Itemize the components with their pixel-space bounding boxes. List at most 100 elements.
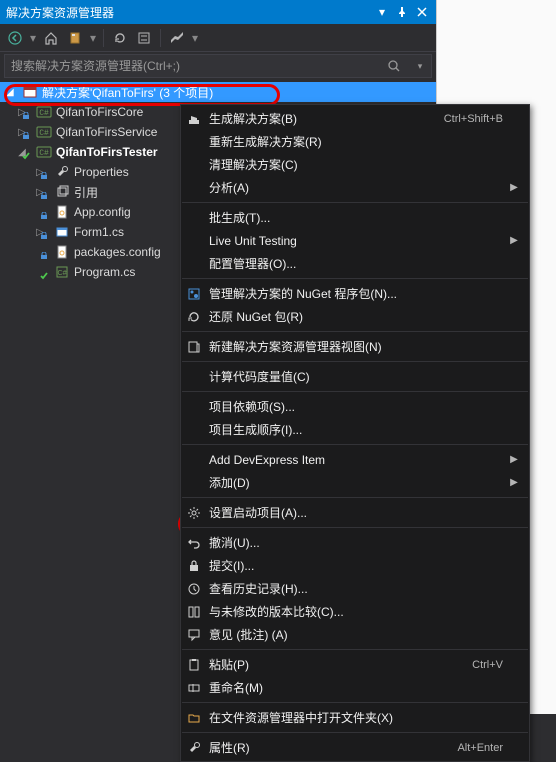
menu-item[interactable]: Add DevExpress Item ▶ [181,448,529,471]
rename-icon [181,681,207,695]
search-icon[interactable] [387,59,409,73]
search-input[interactable] [5,59,387,73]
close-icon[interactable] [412,2,432,22]
project-label: QifanToFirsService [56,125,157,139]
build-icon [181,112,207,126]
search-bar[interactable]: ▾ [4,54,432,78]
config-icon [54,204,70,220]
menu-separator [182,331,528,332]
collapse-icon[interactable] [133,27,155,49]
menu-item[interactable]: 项目依赖项(S)... [181,395,529,418]
menu-label: 项目生成顺序(I)... [207,421,503,438]
titlebar: 解决方案资源管理器 ▾ [0,0,436,24]
commit-icon [181,559,207,573]
wrench-icon [54,164,70,180]
menu-item[interactable]: 计算代码度量值(C) [181,365,529,388]
pin-icon[interactable] [392,2,412,22]
menu-item[interactable]: 重命名(M) [181,676,529,699]
menu-separator [182,278,528,279]
expander-icon[interactable]: ◢ [6,87,18,98]
project-label: QifanToFirsCore [56,105,143,119]
submenu-arrow-icon: ▶ [507,454,521,465]
csharp-project-icon: C# [36,124,52,140]
menu-item[interactable]: 配置管理器(O)... [181,252,529,275]
refresh-icon[interactable] [109,27,131,49]
menu-item[interactable]: 新建解决方案资源管理器视图(N) [181,335,529,358]
menu-item[interactable]: 提交(I)... [181,554,529,577]
menu-label: 批生成(T)... [207,209,503,226]
file-label: Properties [74,165,129,179]
menu-label: Add DevExpress Item [207,453,503,467]
compare-icon [181,605,207,619]
menu-item[interactable]: 查看历史记录(H)... [181,577,529,600]
menu-label: 重新生成解决方案(R) [207,133,503,150]
menu-separator [182,497,528,498]
context-menu: 生成解决方案(B) Ctrl+Shift+B 重新生成解决方案(R) 清理解决方… [180,104,530,762]
menu-item[interactable]: 与未修改的版本比较(C)... [181,600,529,623]
menu-item[interactable]: 粘贴(P) Ctrl+V [181,653,529,676]
menu-label: 管理解决方案的 NuGet 程序包(N)... [207,285,503,302]
menu-item[interactable]: 意见 (批注) (A) [181,623,529,646]
menu-label: 查看历史记录(H)... [207,580,503,597]
csharp-project-icon: C# [36,104,52,120]
solution-node[interactable]: ◢ 解决方案'QifanToFirs' (3 个项目) [0,82,436,102]
menu-item[interactable]: 属性(R) Alt+Enter [181,736,529,759]
home-icon[interactable] [40,27,62,49]
properties-icon[interactable] [166,27,188,49]
menu-separator [182,444,528,445]
menu-label: 提交(I)... [207,557,503,574]
search-dropdown-icon[interactable]: ▾ [409,61,431,72]
menu-item[interactable]: 设置启动项目(A)... [181,501,529,524]
menu-label: 设置启动项目(A)... [207,504,503,521]
menu-label: Live Unit Testing [207,234,503,248]
gear-icon [181,506,207,520]
csharp-project-icon: C# [36,144,52,160]
menu-label: 配置管理器(O)... [207,255,503,272]
cs-icon: C# [54,264,70,280]
newview-icon [181,340,207,354]
menu-label: 项目依赖项(S)... [207,398,503,415]
menu-item[interactable]: 项目生成顺序(I)... [181,418,529,441]
menu-item[interactable]: 添加(D) ▶ [181,471,529,494]
file-label: packages.config [74,245,161,259]
menu-label: 重命名(M) [207,679,503,696]
form-icon [54,224,70,240]
menu-separator [182,732,528,733]
svg-text:C#: C# [58,270,67,277]
svg-text:C#: C# [39,149,49,158]
menu-separator [182,202,528,203]
config-icon [54,244,70,260]
menu-label: 还原 NuGet 包(R) [207,308,503,325]
menu-item[interactable]: 分析(A) ▶ [181,176,529,199]
menu-label: 在文件资源管理器中打开文件夹(X) [207,709,503,726]
menu-item[interactable]: 清理解决方案(C) [181,153,529,176]
submenu-arrow-icon: ▶ [507,182,521,193]
wrench-icon [181,741,207,755]
comment-icon [181,628,207,642]
back-dropdown-icon[interactable]: ▾ [28,27,38,49]
menu-item[interactable]: 还原 NuGet 包(R) [181,305,529,328]
undo-icon [181,536,207,550]
menu-item[interactable]: 重新生成解决方案(R) [181,130,529,153]
file-label: Program.cs [74,265,135,279]
menu-item[interactable]: 生成解决方案(B) Ctrl+Shift+B [181,107,529,130]
menu-label: 撤消(U)... [207,534,503,551]
restore-icon [181,310,207,324]
menu-item[interactable]: 撤消(U)... [181,531,529,554]
sync-dropdown-icon[interactable]: ▾ [88,27,98,49]
menu-label: 生成解决方案(B) [207,110,444,127]
sync-icon[interactable] [64,27,86,49]
panel-title: 解决方案资源管理器 [4,4,372,21]
back-icon[interactable] [4,27,26,49]
toolbar: ▾ ▾ ▾ [0,24,436,52]
menu-item[interactable]: 在文件资源管理器中打开文件夹(X) [181,706,529,729]
svg-text:C#: C# [39,129,49,138]
menu-label: 粘贴(P) [207,656,472,673]
properties-dropdown-icon[interactable]: ▾ [190,27,200,49]
dropdown-icon[interactable]: ▾ [372,2,392,22]
menu-item[interactable]: 管理解决方案的 NuGet 程序包(N)... [181,282,529,305]
menu-label: 与未修改的版本比较(C)... [207,603,503,620]
menu-item[interactable]: 批生成(T)... [181,206,529,229]
file-label: 引用 [74,184,98,201]
menu-item[interactable]: Live Unit Testing ▶ [181,229,529,252]
